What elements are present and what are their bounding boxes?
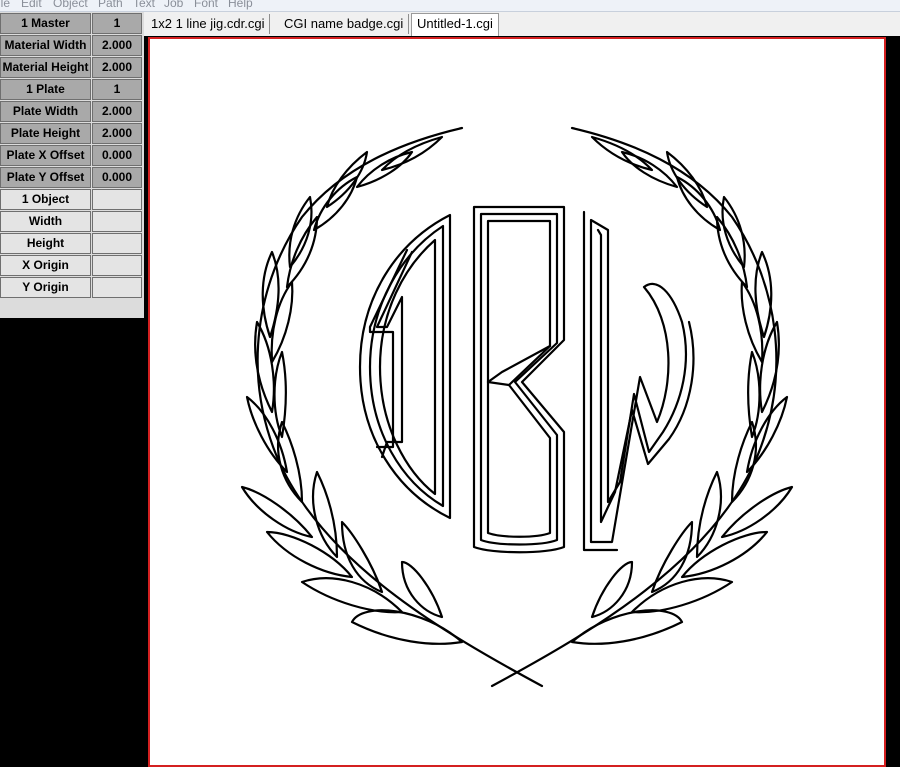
prop-label: Material Width [0, 35, 91, 56]
menu-path[interactable]: Path [98, 0, 123, 10]
prop-label: Plate X Offset [0, 145, 91, 166]
monogram-letter-d [358, 213, 452, 520]
tab-untitled-1[interactable]: Untitled-1.cgi [411, 13, 499, 36]
prop-row-height: Height [0, 233, 144, 254]
wreath-leaf [570, 609, 684, 645]
wreath-leaf [680, 530, 769, 579]
properties-panel: 1 Master 1 Material Width 2.000 Material… [0, 12, 144, 318]
prop-row-x-origin: X Origin [0, 255, 144, 276]
wreath-leaf [350, 609, 464, 645]
prop-value[interactable]: 2.000 [92, 123, 142, 144]
prop-label: 1 Plate [0, 79, 91, 100]
laurel-wreath-right [490, 126, 794, 688]
design-canvas[interactable] [148, 37, 886, 767]
wreath-leaf [400, 560, 444, 619]
prop-row-material-height: Material Height 2.000 [0, 57, 144, 78]
prop-value[interactable]: 2.000 [92, 57, 142, 78]
prop-row-plate-width: Plate Width 2.000 [0, 101, 144, 122]
prop-value[interactable]: 0.000 [92, 167, 142, 188]
prop-value[interactable] [92, 233, 142, 254]
document-tab-bar: 1x2 1 line jig.cdr.cgi CGI name badge.cg… [144, 12, 900, 36]
prop-value[interactable] [92, 255, 142, 276]
prop-label: Plate Y Offset [0, 167, 91, 188]
prop-label: Y Origin [0, 277, 91, 298]
menu-object[interactable]: Object [53, 0, 88, 10]
wreath-leaf [695, 470, 722, 559]
prop-value[interactable]: 1 [92, 79, 142, 100]
prop-value[interactable]: 1 [92, 13, 142, 34]
prop-row-plate-height: Plate Height 2.000 [0, 123, 144, 144]
prop-label: Width [0, 211, 91, 232]
prop-label: Material Height [0, 57, 91, 78]
wreath-leaf [312, 470, 339, 559]
prop-value[interactable]: 2.000 [92, 101, 142, 122]
prop-label: Plate Width [0, 101, 91, 122]
prop-value[interactable] [92, 277, 142, 298]
prop-label: 1 Master [0, 13, 91, 34]
prop-label: Plate Height [0, 123, 91, 144]
menu-font[interactable]: Font [194, 0, 218, 10]
wreath-leaf [273, 350, 287, 439]
prop-label: Height [0, 233, 91, 254]
prop-value[interactable] [92, 189, 142, 210]
prop-row-plate-x-offset: Plate X Offset 0.000 [0, 145, 144, 166]
menu-text[interactable]: Text [133, 0, 155, 10]
prop-row-width: Width [0, 211, 144, 232]
menu-help[interactable]: Help [228, 0, 253, 10]
prop-row-plate: 1 Plate 1 [0, 79, 144, 100]
wreath-leaf [630, 577, 734, 614]
prop-row-y-origin: Y Origin [0, 277, 144, 298]
monogram-letter-b [472, 205, 566, 554]
tab-1x2-1-line-jig[interactable]: 1x2 1 line jig.cdr.cgi [146, 14, 271, 34]
wreath-leaf [285, 215, 319, 289]
prop-value[interactable]: 2.000 [92, 35, 142, 56]
prop-row-plate-y-offset: Plate Y Offset 0.000 [0, 167, 144, 188]
prop-row-object: 1 Object [0, 189, 144, 210]
prop-label: 1 Object [0, 189, 91, 210]
prop-row-master: 1 Master 1 [0, 13, 144, 34]
prop-label: X Origin [0, 255, 91, 276]
menu-edit[interactable]: Edit [21, 0, 42, 10]
monogram-letter-w [582, 210, 695, 552]
monogram-artwork [240, 126, 794, 688]
prop-value[interactable]: 0.000 [92, 145, 142, 166]
menu-file[interactable]: ile [0, 0, 10, 10]
menu-job[interactable]: Job [164, 0, 183, 10]
wreath-leaf [747, 350, 761, 439]
prop-row-material-width: Material Width 2.000 [0, 35, 144, 56]
wreath-leaf [265, 530, 354, 579]
wreath-leaf [300, 577, 404, 614]
wreath-leaf [590, 560, 634, 619]
wreath-leaf [715, 215, 749, 289]
prop-value[interactable] [92, 211, 142, 232]
tab-cgi-name-badge[interactable]: CGI name badge.cgi [279, 14, 410, 34]
menu-bar: ile Edit Object Path Text Job Font Help [0, 0, 900, 12]
